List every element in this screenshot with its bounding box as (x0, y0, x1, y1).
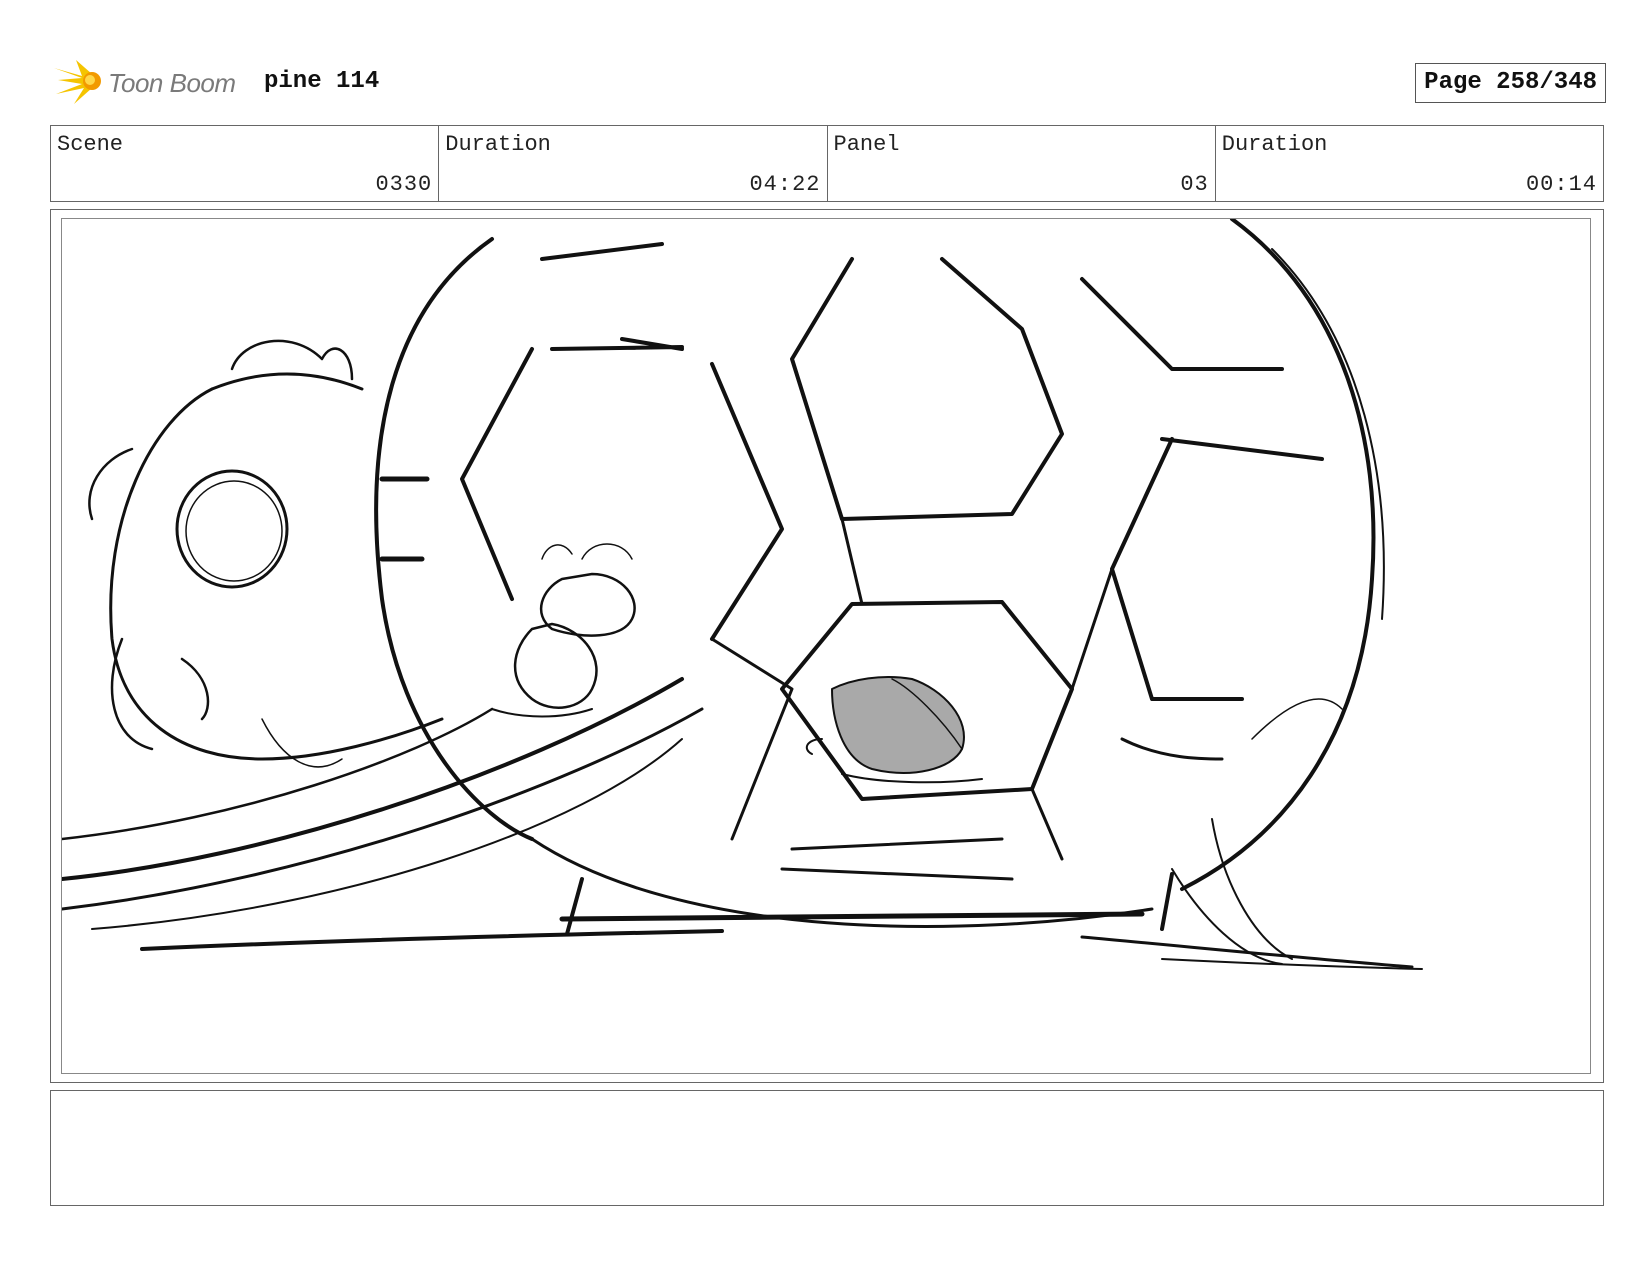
panel-value: 03 (1180, 172, 1209, 197)
storyboard-panel (50, 209, 1604, 1083)
panel-duration-cell: Duration 00:14 (1216, 126, 1603, 201)
scene-label: Scene (57, 132, 124, 157)
scene-duration-value: 04:22 (749, 172, 821, 197)
logo-text: Toon Boom (108, 68, 236, 98)
scene-duration-label: Duration (445, 132, 551, 157)
panel-duration-label: Duration (1221, 132, 1328, 157)
scene-duration-cell: Duration 04:22 (439, 126, 828, 201)
panel-duration-value: 00:14 (1525, 172, 1597, 197)
page-number: Page 258/348 (1415, 63, 1606, 103)
panel-image-area (61, 218, 1591, 1074)
panel-label: Panel (833, 132, 900, 157)
scene-info-table: Scene 0330 Duration 04:22 Panel 03 Durat… (50, 125, 1604, 202)
toon-boom-logo: Toon Boom (52, 58, 252, 106)
starburst-icon (54, 60, 101, 104)
panel-notes-box (50, 1090, 1604, 1206)
project-title: pine 114 (264, 68, 380, 95)
page-header: Toon Boom pine 114 Page 258/348 (52, 56, 1606, 108)
scene-value: 0330 (375, 172, 433, 197)
sketch-artwork (62, 219, 1423, 970)
panel-cell: Panel 03 (828, 126, 1216, 201)
scene-cell: Scene 0330 (51, 126, 440, 201)
